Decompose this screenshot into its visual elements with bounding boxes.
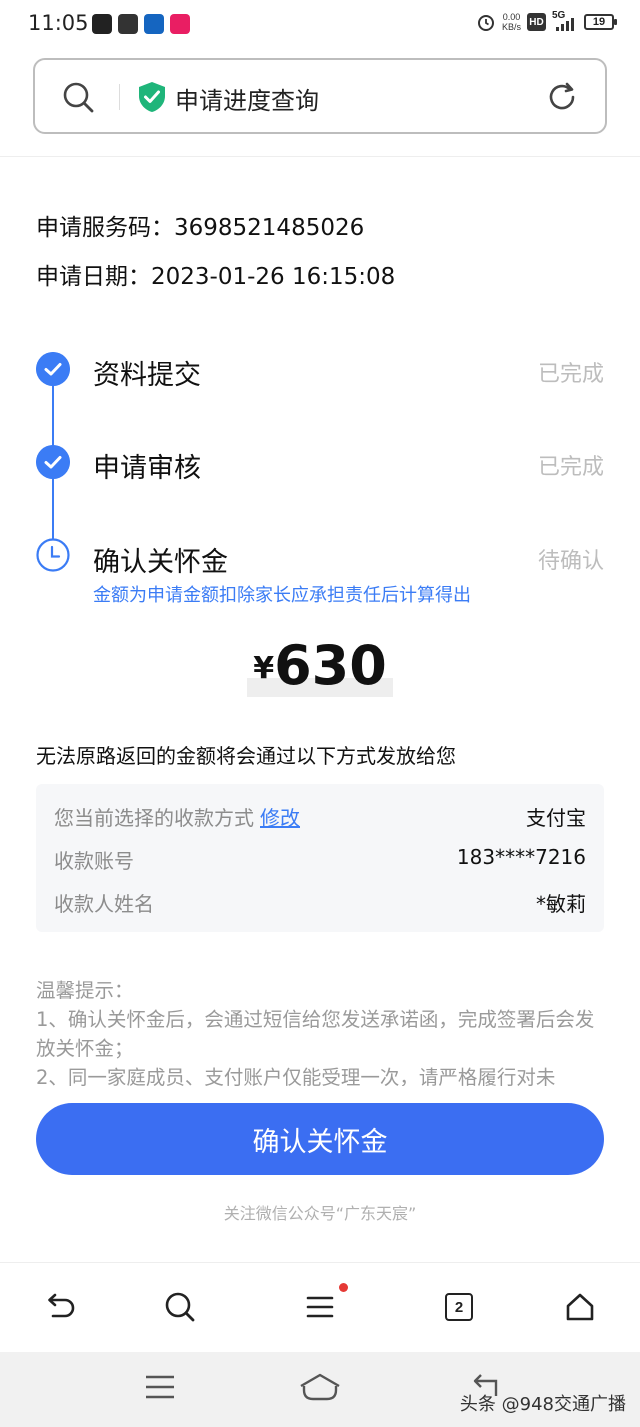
payment-method-value: 支付宝 xyxy=(526,806,586,830)
payment-method-row: 您当前选择的收款方式 修改 支付宝 xyxy=(54,802,586,832)
home-icon xyxy=(566,1293,594,1321)
watermark: 头条 @948交通广播 xyxy=(459,1394,626,1415)
currency-symbol: ¥ xyxy=(253,651,275,686)
step-done-check-icon xyxy=(36,445,70,479)
step-status-confirm: 待确认 xyxy=(537,549,604,574)
net-speed: 0.00 KB/s xyxy=(502,12,521,32)
hamburger-menu-icon xyxy=(306,1296,334,1318)
header-divider xyxy=(0,156,640,157)
step-status-submit: 已完成 xyxy=(537,362,604,387)
payment-method-label: 您当前选择的收款方式 xyxy=(54,806,254,830)
verified-shield-icon xyxy=(139,82,165,112)
confirm-care-fund-button[interactable]: 确认关怀金 xyxy=(36,1103,604,1175)
step-status-review: 已完成 xyxy=(537,455,604,480)
battery-indicator: 19 xyxy=(584,14,617,30)
back-button[interactable] xyxy=(38,1285,82,1329)
alarm-icon xyxy=(477,15,494,31)
signal-icon xyxy=(556,18,574,31)
timeline-connector-1 xyxy=(52,386,54,446)
page-title: 申请进度查询 xyxy=(175,87,319,115)
timeline-connector-2 xyxy=(52,478,54,540)
account-value: 183****7216 xyxy=(456,845,586,869)
payment-info-panel: 您当前选择的收款方式 修改 支付宝 收款账号 183****7216 收款人姓名 … xyxy=(36,784,604,932)
net-speed-unit: KB/s xyxy=(501,22,521,32)
back-arrow-icon xyxy=(48,1293,75,1318)
status-app-icons xyxy=(92,14,190,34)
tabs-button[interactable]: 2 xyxy=(437,1285,481,1329)
menu-button[interactable] xyxy=(298,1283,348,1329)
search-icon[interactable] xyxy=(61,80,95,114)
video-app-icon xyxy=(118,14,138,34)
app-icon-4 xyxy=(170,14,190,34)
tab-count: 2 xyxy=(445,1293,473,1321)
tips-section: 温馨提示： 1、确认关怀金后，会通过短信给您发送承诺函，完成签署后会发放关怀金；… xyxy=(36,976,608,1086)
payee-name-row: 收款人姓名 *敏莉 xyxy=(54,888,586,918)
recent-apps-icon[interactable] xyxy=(144,1372,176,1402)
tips-item-1: 1、确认关怀金后，会通过短信给您发送承诺函，完成签署后会发放关怀金； xyxy=(36,1008,595,1060)
address-bar[interactable]: 申请进度查询 xyxy=(33,58,607,134)
service-code: 申请服务码：3698521485026 xyxy=(36,215,365,241)
amount-explanation: 金额为申请金额扣除家长应承担责任后计算得出 xyxy=(93,585,471,606)
amount-highlight: ¥630 xyxy=(247,634,393,697)
app-icon-3 xyxy=(144,14,164,34)
step-label-review: 申请审核 xyxy=(93,453,201,484)
toolbar-search-button[interactable] xyxy=(158,1285,202,1329)
modify-payment-link[interactable]: 修改 xyxy=(260,806,300,830)
net-speed-value: 0.00 xyxy=(502,12,521,22)
browser-toolbar: 2 xyxy=(0,1262,640,1352)
hd-badge: HD xyxy=(527,13,546,31)
footer-note: 关注微信公众号“广东天宸” xyxy=(223,1204,417,1223)
refresh-icon[interactable] xyxy=(545,80,579,114)
tips-item-2: 2、同一家庭成员、支付账户仅能受理一次，请严格履行对未 xyxy=(36,1066,556,1086)
system-home-icon[interactable] xyxy=(298,1372,342,1402)
tips-title: 温馨提示： xyxy=(36,979,134,1002)
status-time: 11:05 xyxy=(28,11,89,35)
application-date: 申请日期：2023-01-26 16:15:08 xyxy=(36,264,396,290)
payee-name-label: 收款人姓名 xyxy=(54,892,154,916)
clock-pending-icon xyxy=(36,538,70,572)
step-label-submit: 资料提交 xyxy=(93,360,201,391)
account-row: 收款账号 183****7216 xyxy=(54,845,586,875)
payment-method-label-wrap: 您当前选择的收款方式 修改 xyxy=(54,802,300,831)
step-label-confirm: 确认关怀金 xyxy=(93,547,228,578)
account-label: 收款账号 xyxy=(54,849,134,873)
step-done-check-icon xyxy=(36,352,70,386)
payee-name-value: *敏莉 xyxy=(536,892,586,916)
notification-dot xyxy=(339,1283,348,1292)
status-bar: 11:05 0.00 KB/s HD 5G 19 xyxy=(0,0,640,50)
search-icon xyxy=(165,1292,195,1322)
signal-indicator: 5G xyxy=(552,10,578,32)
care-amount: ¥630 xyxy=(0,634,640,697)
home-button[interactable] xyxy=(558,1285,602,1329)
status-indicators: 0.00 KB/s HD 5G 19 xyxy=(476,10,617,32)
address-divider xyxy=(119,84,120,110)
payout-note: 无法原路返回的金额将会通过以下方式发放给您 xyxy=(36,744,456,768)
amount-value: 630 xyxy=(274,634,387,697)
app-icon-1 xyxy=(92,14,112,34)
